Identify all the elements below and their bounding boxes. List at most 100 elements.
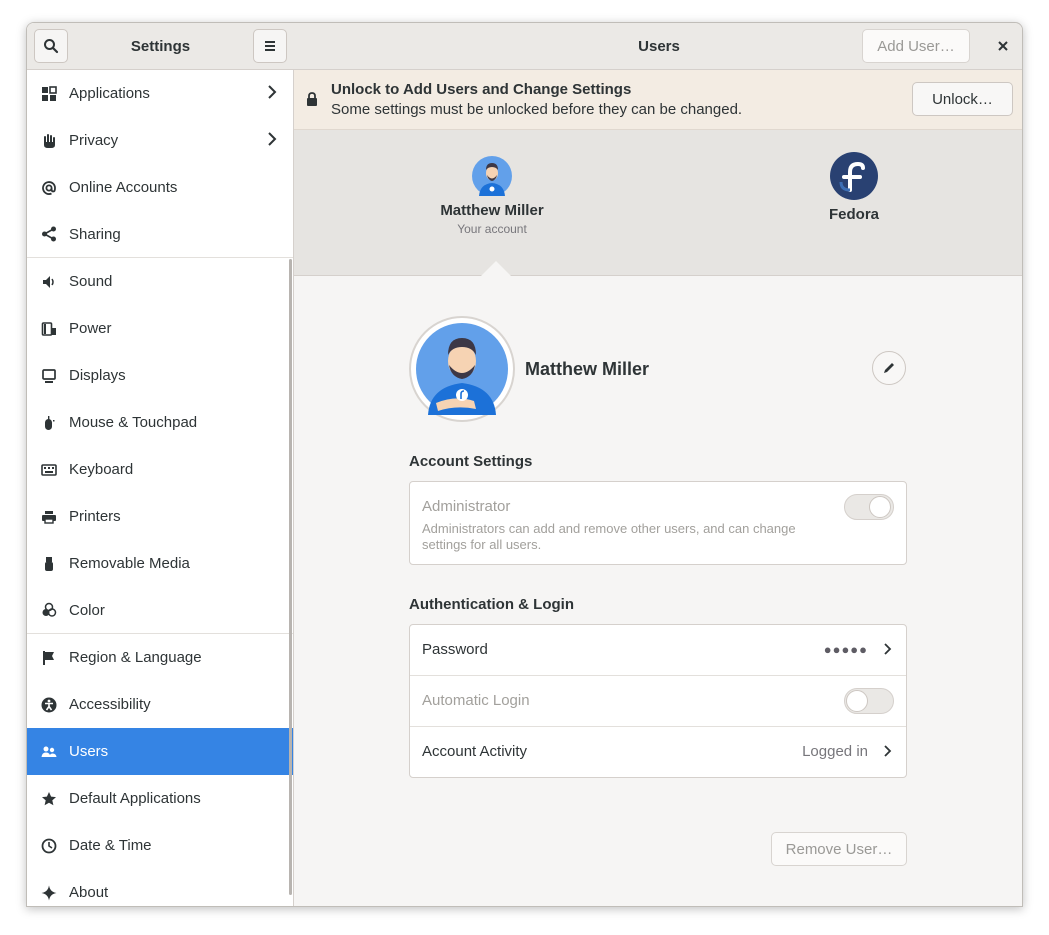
- printer-icon: [40, 508, 57, 525]
- avatar-image: [416, 323, 508, 415]
- at-icon: [40, 179, 57, 196]
- speaker-icon: [40, 273, 57, 290]
- add-user-button[interactable]: Add User…: [862, 29, 970, 63]
- account-activity-label: Account Activity: [422, 743, 528, 760]
- administrator-toggle[interactable]: [844, 494, 894, 520]
- carousel-user-subtitle: Your account: [457, 222, 527, 236]
- chevron-right-icon: [267, 131, 277, 151]
- sidebar-header: Settings: [27, 23, 294, 70]
- chevron-right-icon: [267, 84, 277, 104]
- infobar-title: Unlock to Add Users and Change Settings: [331, 81, 632, 98]
- password-row[interactable]: Password ●●●●●: [410, 625, 906, 676]
- sidebar-item-keyboard[interactable]: Keyboard: [27, 446, 293, 493]
- sidebar-item-sound[interactable]: Sound: [27, 258, 293, 305]
- remove-user-button[interactable]: Remove User…: [771, 832, 907, 866]
- mouse-icon: [40, 414, 57, 431]
- account-settings-heading: Account Settings: [409, 453, 533, 470]
- clock-icon: [40, 837, 57, 854]
- pencil-icon: [884, 363, 894, 373]
- sparkle-icon: [40, 884, 57, 901]
- sidebar-item-privacy[interactable]: Privacy: [27, 117, 293, 164]
- monitor-icon: [40, 367, 57, 384]
- usb-icon: [40, 555, 57, 572]
- carousel-user-name: Matthew Miller: [440, 202, 544, 219]
- avatar: [472, 156, 512, 196]
- user-avatar[interactable]: [409, 316, 515, 422]
- sidebar-item-label: Color: [69, 601, 105, 619]
- users-icon: [40, 743, 57, 760]
- sidebar-item-mouse-touchpad[interactable]: Mouse & Touchpad: [27, 399, 293, 446]
- color-icon: [40, 602, 57, 619]
- carousel-selection-arrow: [480, 261, 512, 277]
- carousel-user-current[interactable]: Matthew Miller Your account: [434, 156, 550, 236]
- star-icon: [40, 790, 57, 807]
- sidebar-item-label: Removable Media: [69, 555, 190, 572]
- user-full-name[interactable]: Matthew Miller: [525, 359, 649, 380]
- sidebar-item-sharing[interactable]: Sharing: [27, 211, 293, 258]
- automatic-login-row: Automatic Login: [410, 676, 906, 727]
- toggle-knob: [846, 690, 868, 712]
- sidebar-item-color[interactable]: Color: [27, 587, 293, 634]
- close-button[interactable]: [986, 29, 1020, 63]
- account-activity-row[interactable]: Account Activity Logged in: [410, 727, 906, 778]
- administrator-description-line: settings for all users.: [422, 537, 542, 552]
- sidebar-item-region-language[interactable]: Region & Language: [27, 634, 293, 681]
- administrator-description-line: Administrators can add and remove other …: [422, 521, 796, 536]
- sidebar: Settings Applications Privacy Online Acc…: [27, 23, 294, 906]
- hamburger-icon: [265, 41, 275, 51]
- chevron-right-icon: [883, 642, 892, 660]
- sidebar-item-label: Applications: [69, 85, 150, 102]
- sidebar-scrollbar[interactable]: [289, 259, 292, 895]
- grid-icon: [40, 85, 57, 102]
- sidebar-item-power[interactable]: Power: [27, 305, 293, 352]
- sidebar-item-accessibility[interactable]: Accessibility: [27, 681, 293, 728]
- sidebar-item-applications[interactable]: Applications: [27, 70, 293, 117]
- toggle-knob: [869, 496, 891, 518]
- sidebar-item-label: Keyboard: [69, 461, 134, 478]
- unlock-button[interactable]: Unlock…: [912, 82, 1013, 116]
- sidebar-item-printers[interactable]: Printers: [27, 493, 293, 540]
- sidebar-item-online-accounts[interactable]: Online Accounts: [27, 164, 293, 211]
- password-value: ●●●●●: [823, 642, 868, 657]
- authentication-heading: Authentication & Login: [409, 596, 574, 613]
- sidebar-item-label: Sharing: [69, 225, 121, 243]
- keyboard-icon: [40, 461, 57, 478]
- carousel-user-name: Fedora: [828, 206, 879, 223]
- sidebar-item-label: About: [69, 884, 109, 901]
- sidebar-item-displays[interactable]: Displays: [27, 352, 293, 399]
- administrator-description: Administrators can add and remove other …: [422, 521, 796, 553]
- carousel-user-fedora[interactable]: Fedora: [804, 152, 904, 223]
- sidebar-item-label: Accessibility: [69, 696, 151, 713]
- unlock-infobar: Unlock to Add Users and Change Settings …: [294, 70, 1022, 130]
- sidebar-item-default-applications[interactable]: Default Applications: [27, 775, 293, 822]
- main-menu-button[interactable]: [253, 29, 287, 63]
- sidebar-item-label: Online Accounts: [69, 179, 178, 196]
- sidebar-item-about[interactable]: About: [27, 869, 293, 906]
- account-settings-frame: Administrator Administrators can add and…: [409, 481, 907, 565]
- infobar-subtitle: Some settings must be unlocked before th…: [331, 101, 743, 118]
- share-icon: [40, 226, 57, 243]
- sidebar-item-label: Date & Time: [69, 837, 152, 854]
- header-bar: Users Add User…: [294, 23, 1022, 70]
- chevron-right-icon: [883, 744, 892, 762]
- sidebar-item-label: Privacy: [69, 132, 119, 149]
- sidebar-item-label: Region & Language: [69, 649, 202, 666]
- edit-name-button[interactable]: [872, 351, 906, 385]
- account-activity-value: Logged in: [802, 743, 868, 760]
- sidebar-item-label: Mouse & Touchpad: [69, 414, 198, 431]
- sidebar-item-date-time[interactable]: Date & Time: [27, 822, 293, 869]
- sidebar-item-label: Sound: [69, 273, 113, 290]
- automatic-login-toggle[interactable]: [844, 688, 894, 714]
- fedora-logo-icon: [830, 152, 878, 200]
- lock-icon: [306, 92, 318, 110]
- sidebar-item-label: Displays: [69, 367, 126, 384]
- sidebar-list: Applications Privacy Online Accounts Sha…: [27, 70, 293, 906]
- close-icon: [998, 41, 1008, 51]
- sidebar-item-removable-media[interactable]: Removable Media: [27, 540, 293, 587]
- sidebar-item-label: Power: [69, 320, 112, 337]
- accessibility-icon: [40, 696, 57, 713]
- sidebar-item-users[interactable]: Users: [27, 728, 293, 775]
- flag-icon: [40, 649, 57, 666]
- settings-window: Settings Applications Privacy Online Acc…: [26, 22, 1023, 907]
- authentication-frame: Password ●●●●● Automatic Login Account A…: [409, 624, 907, 778]
